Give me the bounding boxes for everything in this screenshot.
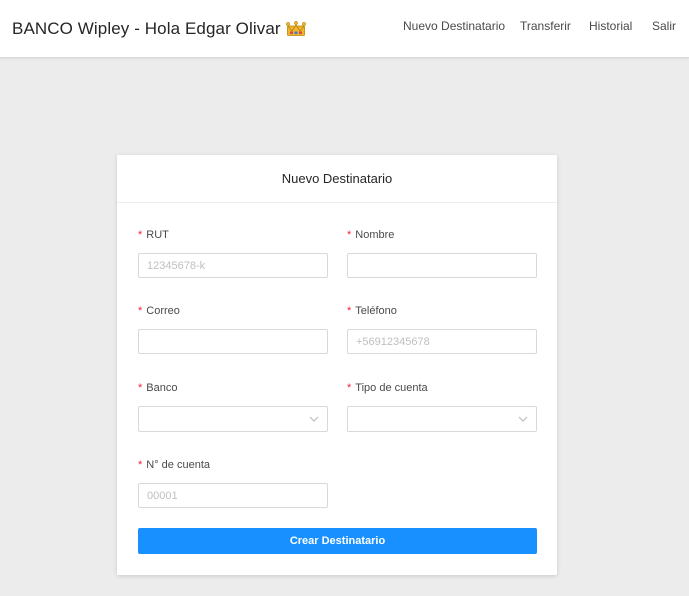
- telefono-field: * Teléfono: [347, 305, 537, 354]
- nav-transferir[interactable]: Transferir: [520, 19, 571, 33]
- main-nav: Nuevo Destinatario Transferir Historial …: [0, 19, 689, 35]
- tipo-cuenta-label: * Tipo de cuenta: [347, 382, 428, 394]
- banco-label: * Banco: [138, 382, 178, 394]
- correo-field: * Correo: [138, 305, 328, 354]
- required-mark: *: [138, 459, 143, 471]
- nombre-label: * Nombre: [347, 229, 395, 241]
- rut-field: * RUT: [138, 229, 328, 278]
- numero-cuenta-input[interactable]: [138, 483, 328, 508]
- rut-input[interactable]: [138, 253, 328, 278]
- correo-label: * Correo: [138, 305, 180, 317]
- nav-salir[interactable]: Salir: [652, 19, 676, 33]
- required-mark: *: [138, 382, 143, 394]
- top-header: BANCO Wipley - Hola Edgar Olivar Nuevo D…: [0, 0, 689, 58]
- required-mark: *: [347, 229, 352, 241]
- nombre-field: * Nombre: [347, 229, 537, 278]
- banco-field: * Banco: [138, 382, 328, 432]
- required-mark: *: [138, 229, 143, 241]
- tipo-cuenta-field: * Tipo de cuenta: [347, 382, 537, 432]
- crear-destinatario-button[interactable]: Crear Destinatario: [138, 528, 537, 554]
- new-recipient-card: Nuevo Destinatario *RUT *Nombre *Correo …: [117, 155, 557, 575]
- nav-historial[interactable]: Historial: [589, 19, 632, 33]
- rut-label: * RUT: [138, 229, 169, 241]
- required-mark: *: [138, 305, 143, 317]
- tipo-cuenta-select[interactable]: [347, 406, 537, 432]
- chevron-down-icon: [309, 416, 319, 422]
- telefono-input[interactable]: [347, 329, 537, 354]
- numero-cuenta-label: * N° de cuenta: [138, 459, 210, 471]
- nav-nuevo-destinatario[interactable]: Nuevo Destinatario: [403, 19, 505, 33]
- required-mark: *: [347, 305, 352, 317]
- chevron-down-icon: [518, 416, 528, 422]
- banco-select[interactable]: [138, 406, 328, 432]
- telefono-label: * Teléfono: [347, 305, 397, 317]
- required-mark: *: [347, 382, 352, 394]
- card-title: Nuevo Destinatario: [117, 155, 557, 203]
- numero-cuenta-field: * N° de cuenta: [138, 459, 328, 508]
- nombre-input[interactable]: [347, 253, 537, 278]
- correo-input[interactable]: [138, 329, 328, 354]
